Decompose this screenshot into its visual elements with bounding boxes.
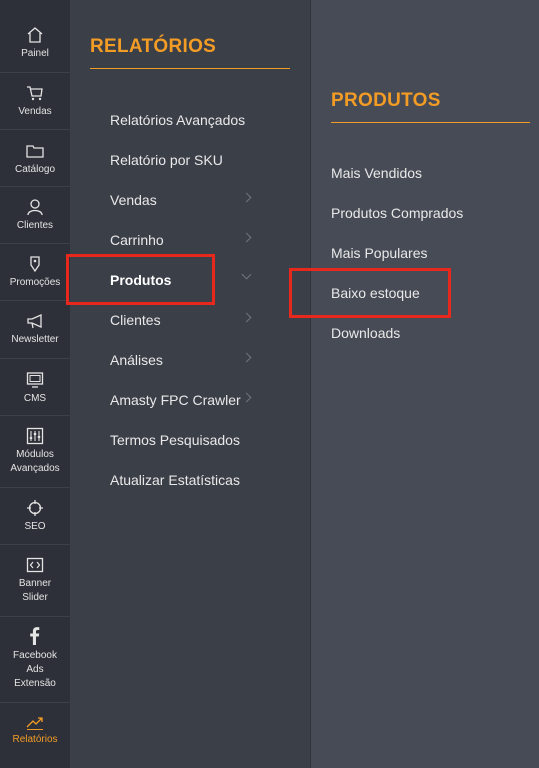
menu-item-label: Termos Pesquisados <box>110 432 240 448</box>
nav-label: Relatórios <box>12 734 58 745</box>
user-icon <box>27 199 43 216</box>
menu-item-label: Relatório por SKU <box>110 152 223 168</box>
reports-title: RELATÓRIOS <box>90 36 217 57</box>
menu-item-label: Análises <box>110 352 163 368</box>
reports-menu-panel: RELATÓRIOS Relatórios Avançados Relatóri… <box>70 0 310 768</box>
home-icon <box>27 27 43 43</box>
chevron-right-icon <box>241 312 252 323</box>
code-icon <box>26 557 44 573</box>
monitor-icon <box>26 372 44 388</box>
products-title: PRODUTOS <box>331 90 441 111</box>
reports-item-clientes[interactable]: Clientes <box>110 310 280 330</box>
reports-item-carrinho[interactable]: Carrinho <box>110 230 280 250</box>
chevron-down-icon <box>241 269 252 280</box>
products-item-produtos-comprados[interactable]: Produtos Comprados <box>331 203 463 223</box>
chevron-right-icon <box>241 392 252 403</box>
reports-title-underline <box>90 68 290 69</box>
nav-label: Banner Slider <box>18 578 52 603</box>
nav-item-promocoes[interactable]: Promoções <box>0 244 70 301</box>
nav-label: Facebook Ads Extensão <box>13 650 57 689</box>
products-title-underline <box>331 122 530 123</box>
target-icon <box>27 500 43 516</box>
nav-item-relatorios[interactable]: Relatórios <box>0 703 70 768</box>
products-item-mais-vendidos[interactable]: Mais Vendidos <box>331 163 422 183</box>
products-submenu-panel: PRODUTOS Mais Vendidos Produtos Comprado… <box>310 0 539 768</box>
main-nav-rail: Painel Vendas Catálogo Clientes Promoçõe… <box>0 0 70 768</box>
highlight-box-produtos <box>66 254 215 305</box>
nav-label: Catálogo <box>14 164 56 175</box>
products-item-mais-populares[interactable]: Mais Populares <box>331 243 428 263</box>
reports-item-termos-pesquisados[interactable]: Termos Pesquisados <box>110 430 280 450</box>
cart-icon <box>27 86 43 101</box>
nav-label: SEO <box>24 521 46 532</box>
nav-item-vendas[interactable]: Vendas <box>0 73 70 130</box>
menu-item-label: Relatórios Avançados <box>110 112 246 128</box>
reports-item-analises[interactable]: Análises <box>110 350 280 370</box>
nav-item-catalogo[interactable]: Catálogo <box>0 130 70 187</box>
facebook-icon <box>30 627 40 645</box>
nav-label: Painel <box>21 48 49 59</box>
nav-label: Promoções <box>9 277 61 288</box>
reports-item-relatorio-por-sku[interactable]: Relatório por SKU <box>110 150 270 170</box>
chevron-right-icon <box>241 232 252 243</box>
nav-label: Vendas <box>18 106 52 117</box>
menu-item-label: Amasty FPC Crawler <box>110 392 241 408</box>
chevron-right-icon <box>241 352 252 363</box>
chevron-right-icon <box>241 192 252 203</box>
sliders-icon <box>26 427 44 445</box>
menu-item-label: Carrinho <box>110 232 164 248</box>
reports-item-amasty-fpc-crawler[interactable]: Amasty FPC Crawler <box>110 390 280 410</box>
highlight-box-baixo-estoque <box>289 268 451 318</box>
tag-icon <box>30 256 40 273</box>
nav-label: Clientes <box>16 220 54 231</box>
reports-item-atualizar-estatisticas[interactable]: Atualizar Estatísticas <box>110 470 280 490</box>
chart-icon <box>26 717 43 730</box>
menu-item-label: Mais Vendidos <box>331 165 423 181</box>
nav-label: Newsletter <box>11 334 59 345</box>
reports-item-vendas[interactable]: Vendas <box>110 190 280 210</box>
menu-item-label: Clientes <box>110 312 161 328</box>
nav-item-painel[interactable]: Painel <box>0 0 70 73</box>
menu-item-label: Mais Populares <box>331 245 428 261</box>
nav-item-cms[interactable]: CMS <box>0 359 70 416</box>
menu-item-label: Produtos Comprados <box>331 205 464 221</box>
nav-item-facebook-ads[interactable]: Facebook Ads Extensão <box>0 617 70 703</box>
nav-item-newsletter[interactable]: Newsletter <box>0 301 70 359</box>
nav-label: Módulos Avançados <box>10 449 60 474</box>
folder-icon <box>26 145 44 158</box>
nav-item-seo[interactable]: SEO <box>0 488 70 545</box>
nav-item-modulos-avancados[interactable]: Módulos Avançados <box>0 416 70 488</box>
nav-label: CMS <box>23 393 47 404</box>
products-item-downloads[interactable]: Downloads <box>331 323 400 343</box>
reports-item-relatorios-avancados[interactable]: Relatórios Avançados <box>110 110 270 130</box>
megaphone-icon <box>27 313 42 329</box>
menu-item-label: Atualizar Estatísticas <box>110 472 240 488</box>
menu-item-label: Downloads <box>331 325 401 341</box>
menu-item-label: Vendas <box>110 192 157 208</box>
nav-item-clientes[interactable]: Clientes <box>0 187 70 244</box>
nav-item-banner-slider[interactable]: Banner Slider <box>0 545 70 617</box>
